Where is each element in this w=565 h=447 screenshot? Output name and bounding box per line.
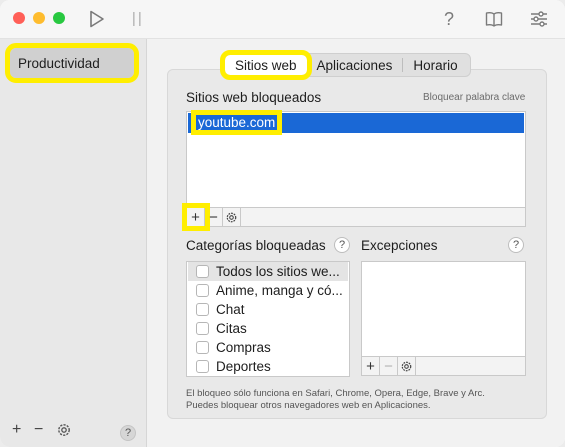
list-item[interactable]: Citas (188, 319, 348, 338)
tab-bar: Sitios web Aplicaciones Horario (220, 50, 471, 80)
remove-list-button[interactable]: − (34, 421, 43, 439)
category-checkbox[interactable] (196, 265, 209, 278)
blocked-categories-title: Categorías bloqueadas (186, 238, 326, 253)
zoom-window-button[interactable] (53, 12, 65, 24)
list-item[interactable]: Anime, manga y có... (188, 281, 348, 300)
tab-label: Sitios web (235, 57, 297, 73)
app-window: ? Productividad + − ? Sitios web Aplicac… (0, 0, 565, 447)
help-icon: ? (124, 427, 132, 439)
category-label: Deportes (216, 359, 271, 374)
sliders-icon[interactable] (528, 8, 550, 30)
tab-horario[interactable]: Horario (403, 55, 467, 75)
help-icon: ? (443, 8, 454, 29)
blocked-sites-list[interactable]: youtube.com (186, 110, 526, 209)
title-bar: ? (0, 0, 565, 39)
help-icon: ? (512, 239, 520, 251)
list-item[interactable]: Todos los sitios we... (188, 262, 348, 281)
tab-aplicaciones[interactable]: Aplicaciones (307, 55, 403, 75)
exceptions-toolbar: + − (361, 356, 526, 376)
minimize-window-button[interactable] (33, 12, 45, 24)
list-item[interactable]: Compras (188, 338, 348, 357)
categories-help-button[interactable]: ? (334, 237, 350, 253)
main-content: Sitios web Aplicaciones Horario Sitios w… (147, 39, 565, 447)
category-checkbox[interactable] (196, 322, 209, 335)
pause-icon[interactable] (126, 8, 148, 30)
exceptions-list[interactable] (361, 261, 526, 358)
close-window-button[interactable] (13, 12, 25, 24)
category-checkbox[interactable] (196, 360, 209, 373)
tab-label: Horario (413, 57, 458, 73)
sidebar-item-productividad[interactable]: Productividad (5, 43, 139, 83)
gear-icon[interactable] (398, 357, 416, 375)
remove-site-button[interactable]: − (205, 208, 223, 226)
gear-icon[interactable] (223, 208, 241, 226)
add-exception-button[interactable]: + (362, 357, 380, 375)
block-keyword-link[interactable]: Bloquear palabra clave (423, 92, 525, 103)
site-label: youtube.com (190, 110, 283, 135)
category-checkbox[interactable] (196, 284, 209, 297)
remove-exception-button[interactable]: − (380, 357, 398, 375)
blocked-sites-toolbar: + − (182, 203, 526, 231)
gear-icon[interactable] (56, 422, 72, 443)
category-label: Anime, manga y có... (216, 283, 343, 298)
book-icon[interactable] (483, 8, 505, 30)
list-item[interactable]: Deportes (188, 357, 348, 376)
category-checkbox[interactable] (196, 303, 209, 316)
help-icon: ? (338, 239, 346, 251)
exceptions-title: Excepciones (361, 238, 438, 253)
sidebar: Productividad + − ? (0, 39, 147, 447)
browser-note-line1: El bloqueo sólo funciona en Safari, Chro… (186, 388, 485, 399)
blocked-sites-title: Sitios web bloqueados (186, 90, 322, 105)
category-label: Todos los sitios we... (216, 264, 340, 279)
category-label: Compras (216, 340, 271, 355)
add-site-button[interactable]: + (182, 203, 210, 231)
help-button[interactable]: ? (438, 8, 460, 30)
add-list-button[interactable]: + (12, 421, 21, 439)
category-label: Chat (216, 302, 245, 317)
exceptions-help-button[interactable]: ? (508, 237, 524, 253)
categories-list[interactable]: Todos los sitios we... Anime, manga y có… (186, 261, 350, 377)
tab-label: Aplicaciones (316, 57, 393, 73)
sidebar-item-label: Productividad (18, 55, 100, 71)
category-label: Citas (216, 321, 247, 336)
play-icon[interactable] (86, 8, 108, 30)
list-item[interactable]: youtube.com (188, 110, 524, 135)
browser-note-line2: Puedes bloquear otros navegadores web en… (186, 400, 431, 411)
tab-sitios-web[interactable]: Sitios web (220, 50, 312, 80)
sidebar-help-button[interactable]: ? (120, 425, 136, 441)
list-item[interactable]: Chat (188, 300, 348, 319)
category-checkbox[interactable] (196, 341, 209, 354)
